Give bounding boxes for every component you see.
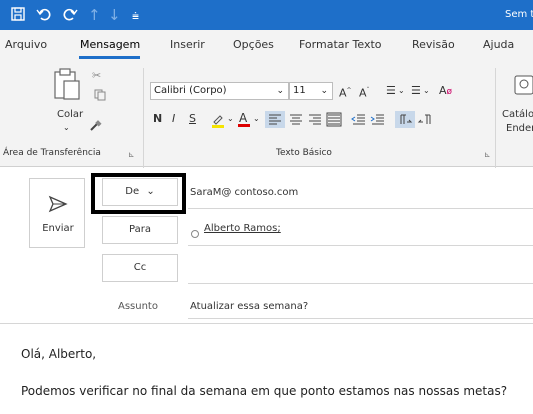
subject-label: Assunto (118, 301, 158, 312)
tab-arquivo[interactable]: Arquivo (5, 38, 47, 51)
bullets-icon[interactable]: ☰ (386, 84, 396, 98)
active-tab-indicator (79, 56, 140, 59)
format-painter-icon[interactable] (88, 118, 102, 137)
send-button[interactable]: Enviar (29, 178, 85, 248)
window-title: Sem t (505, 9, 533, 20)
to-button[interactable]: Para (102, 216, 178, 244)
save-icon[interactable] (10, 6, 26, 26)
address-book-label-line1[interactable]: Catálo (502, 109, 533, 120)
basic-text-group-label: Texto Básico (276, 148, 332, 158)
highlight-box (91, 173, 186, 214)
arrow-up-icon[interactable]: ↑ (88, 6, 101, 24)
align-center-icon[interactable] (287, 111, 305, 132)
group-divider (143, 68, 144, 168)
highlight-color-icon[interactable] (210, 112, 226, 132)
font-color-icon[interactable]: A (237, 110, 251, 132)
italic-button[interactable]: I (172, 112, 175, 126)
subject-input[interactable]: Atualizar essa semana? (190, 301, 308, 312)
ribbon: ✂ Colar ⌄ Área de Transferência ⊾ Calibr… (0, 60, 533, 168)
address-book-icon[interactable] (513, 74, 533, 100)
paste-dropdown-icon[interactable]: ⌄ (63, 123, 70, 132)
justify-icon[interactable] (325, 111, 343, 132)
tab-revisao[interactable]: Revisão (412, 38, 455, 51)
field-divider (188, 208, 533, 209)
font-name-value: Calibri (Corpo) (154, 85, 227, 96)
grow-font-icon[interactable]: A^ (339, 84, 352, 101)
ltr-direction-icon[interactable] (395, 111, 415, 128)
title-bar: ↑ ↓ ⩧ Sem t (0, 0, 533, 30)
underline-button[interactable]: S (189, 112, 196, 126)
clipboard-group-label: Área de Transferência (3, 148, 101, 158)
bold-button[interactable]: N (153, 112, 162, 126)
font-size-combo[interactable]: 11 ⌄ (289, 82, 333, 100)
tab-inserir[interactable]: Inserir (170, 38, 205, 51)
increase-indent-icon[interactable] (369, 111, 387, 132)
align-right-icon[interactable] (306, 111, 324, 132)
body-greeting: Olá, Alberto, (21, 347, 97, 361)
body-divider (0, 323, 533, 324)
cut-icon[interactable]: ✂ (92, 69, 101, 82)
chevron-down-icon: ⌄ (320, 86, 328, 96)
rtl-direction-icon[interactable] (416, 111, 434, 132)
group-divider (495, 68, 496, 168)
cc-button[interactable]: Cc (102, 254, 178, 282)
chevron-down-icon[interactable]: ⌄ (253, 112, 260, 126)
basic-text-launcher-icon[interactable]: ⊾ (484, 150, 491, 159)
paste-label[interactable]: Colar (57, 109, 83, 120)
tab-mensagem[interactable]: Mensagem (80, 38, 140, 51)
body-line: Podemos verificar no final da semana em … (21, 384, 508, 398)
paste-icon[interactable] (53, 67, 81, 105)
from-value: SaraM@ contoso.com (190, 187, 299, 198)
decrease-indent-icon[interactable] (350, 111, 368, 132)
to-recipient[interactable]: Alberto Ramos; (204, 223, 281, 234)
chevron-down-icon: ⌄ (276, 86, 284, 96)
undo-icon[interactable] (36, 6, 52, 26)
redo-icon[interactable] (62, 6, 78, 26)
shrink-font-icon[interactable]: Aˇ (359, 84, 370, 101)
copy-icon[interactable] (94, 86, 106, 105)
chevron-down-icon[interactable]: ⌄ (398, 84, 405, 98)
arrow-down-icon[interactable]: ↓ (108, 6, 121, 24)
tab-opcoes[interactable]: Opções (233, 38, 274, 51)
chevron-down-icon[interactable]: ⌄ (227, 112, 234, 126)
tab-formatar-texto[interactable]: Formatar Texto (299, 38, 382, 51)
numbering-icon[interactable]: ☰ (411, 84, 421, 98)
align-left-icon[interactable] (265, 111, 285, 128)
address-book-label-line2[interactable]: Ender (506, 123, 533, 134)
clear-formatting-icon[interactable]: Aø (439, 84, 452, 99)
font-size-value: 11 (293, 85, 306, 96)
customize-icon[interactable]: ⩧ (132, 7, 139, 25)
chevron-down-icon[interactable]: ⌄ (423, 84, 430, 98)
field-divider (188, 283, 533, 284)
field-divider (188, 318, 533, 319)
presence-icon (190, 224, 200, 243)
field-divider (188, 245, 533, 246)
font-name-combo[interactable]: Calibri (Corpo) ⌄ (150, 82, 289, 100)
send-icon (48, 195, 68, 217)
clipboard-launcher-icon[interactable]: ⊾ (128, 150, 135, 159)
tab-ajuda[interactable]: Ajuda (483, 38, 514, 51)
svg-text:A: A (239, 111, 248, 125)
send-label: Enviar (42, 223, 74, 234)
